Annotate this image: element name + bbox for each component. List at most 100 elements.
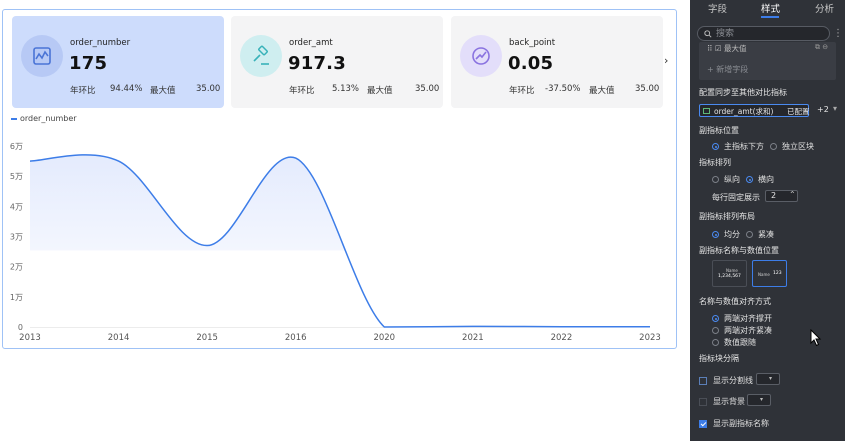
y-tick-label: 6万	[10, 142, 23, 151]
tab-fields[interactable]: 字段	[708, 1, 727, 15]
kpi-card-order-amt[interactable]: order_amt 917.3 年环比 5.13% 最大值 35.00	[231, 16, 443, 108]
chevron-down-icon: ▾	[760, 396, 764, 403]
compare-status: 已配置	[787, 107, 810, 116]
settings-panel: 字段 样式 分析 ⋮ ⠿ ☑ 最大值 ⧉ ⊖ + 新增字段 配置同步至其他对比指…	[690, 0, 845, 441]
radio-icon	[712, 315, 719, 322]
chevron-down-icon[interactable]: ▾	[833, 104, 837, 113]
chevron-right-icon[interactable]: ›	[664, 54, 668, 67]
more-vertical-icon[interactable]: ⋮	[833, 28, 843, 39]
position-option-inline[interactable]: Name 123	[752, 260, 787, 287]
thumb-name: Name	[726, 268, 738, 273]
radio-label: 独立区块	[782, 142, 814, 151]
kpi-yoy-label: 年环比	[70, 86, 96, 96]
stepper-up-icon[interactable]: ⌃	[789, 190, 796, 199]
kpi-yoy-value: 94.44%	[110, 84, 143, 94]
kpi-card-order-number[interactable]: order_number 175 年环比 94.44% 最大值 35.00	[12, 16, 224, 108]
radio-label: 横向	[758, 175, 774, 184]
fields-list: ⠿ ☑ 最大值 ⧉ ⊖ + 新增字段	[699, 42, 836, 80]
search-icon	[704, 30, 712, 38]
radio-label: 主指标下方	[724, 142, 764, 151]
field-row-actions-icon[interactable]: ⧉ ⊖	[815, 43, 828, 52]
radio-value-follow[interactable]: 数值跟随	[712, 337, 756, 348]
search-box[interactable]	[697, 26, 830, 41]
radio-justify-compact[interactable]: 两端对齐紧凑	[712, 325, 772, 336]
compare-field-name: order_amt(求和)	[714, 107, 774, 116]
x-tick-label: 2014	[108, 333, 130, 343]
radio-icon	[746, 176, 753, 183]
x-tick-label: 2015	[196, 333, 218, 343]
kpi-yoy-label: 年环比	[289, 86, 315, 96]
position-option-stacked[interactable]: Name 1,234,567	[712, 260, 747, 287]
legend-label: order_number	[20, 114, 77, 123]
radio-vertical[interactable]: 纵向	[712, 174, 740, 185]
background-color-select[interactable]: ▾	[747, 394, 771, 406]
checkbox-label: 显示副指标名称	[713, 419, 769, 428]
kpi-max-value: 35.00	[415, 84, 440, 94]
radio-justify-spread[interactable]: 两端对齐撑开	[712, 313, 772, 324]
y-tick-label: 1万	[10, 293, 23, 302]
kpi-max-label: 最大值	[589, 86, 615, 96]
radio-label: 纵向	[724, 175, 740, 184]
radio-label: 紧凑	[758, 230, 774, 239]
thumb-value: 1,234,567	[718, 274, 741, 279]
y-tick-label: 4万	[10, 202, 23, 211]
radio-icon	[746, 231, 753, 238]
radio-icon	[770, 143, 777, 150]
kpi-name: order_amt	[289, 38, 333, 48]
radio-compact[interactable]: 紧凑	[746, 229, 774, 240]
hammer-icon	[240, 35, 282, 77]
chart-legend[interactable]: order_number	[11, 114, 77, 123]
kpi-yoy-value: -37.50%	[545, 84, 581, 94]
chart-card[interactable]: order_number 175 年环比 94.44% 最大值 35.00 or…	[2, 9, 677, 349]
y-tick-label: 2万	[10, 263, 23, 272]
x-tick-label: 2021	[462, 333, 484, 343]
kpi-max-value: 35.00	[196, 84, 221, 94]
radio-label: 数值跟随	[724, 338, 756, 347]
radio-even[interactable]: 均分	[712, 229, 740, 240]
trend-icon	[460, 35, 502, 77]
compare-metric-select[interactable]: order_amt(求和) 已配置	[699, 104, 810, 117]
checkbox-show-background[interactable]: 显示背景	[699, 396, 745, 407]
legend-swatch	[11, 117, 17, 120]
panel-tabs: 字段 样式 分析	[690, 0, 845, 18]
sub-layout-label: 副指标排列布局	[699, 212, 755, 221]
align-label: 名称与数值对齐方式	[699, 297, 771, 306]
checkbox-show-sub-name[interactable]: 显示副指标名称	[699, 418, 769, 429]
mouse-cursor-icon	[810, 329, 822, 347]
area-chart: 0 1万 2万 3万 4万 5万 6万 2013 2014 2015 2016 2020 2021 202…	[10, 142, 661, 343]
add-field-button[interactable]: + 新增字段	[707, 64, 748, 75]
active-tab-indicator	[761, 16, 779, 18]
search-input[interactable]	[716, 28, 824, 40]
radio-horizontal[interactable]: 横向	[746, 174, 774, 185]
kpi-card-back-point[interactable]: back_point 0.05 年环比 -37.50% 最大值 35.00	[451, 16, 663, 108]
tab-analysis[interactable]: 分析	[815, 1, 834, 15]
radio-below-main[interactable]: 主指标下方	[712, 141, 764, 152]
field-row[interactable]: ⠿ ☑ 最大值	[707, 43, 747, 54]
x-tick-label: 2023	[639, 333, 661, 343]
checkbox-label: 显示背景	[713, 397, 745, 406]
arrange-label: 指标排列	[699, 158, 731, 167]
kpi-value: 175	[69, 53, 108, 74]
name-position-label: 副指标名称与数值位置	[699, 246, 779, 255]
kpi-yoy-value: 5.13%	[332, 84, 360, 94]
y-tick-label: 5万	[10, 172, 23, 181]
x-tick-label: 2022	[551, 333, 573, 343]
tab-style[interactable]: 样式	[761, 1, 780, 15]
x-tick-label: 2016	[285, 333, 307, 343]
radio-icon	[712, 143, 719, 150]
series-area	[30, 154, 650, 327]
kpi-name: order_number	[70, 38, 131, 48]
checkbox-show-divider[interactable]: 显示分割线	[699, 375, 753, 386]
compare-more-count[interactable]: +2	[817, 105, 829, 114]
radio-separate-block[interactable]: 独立区块	[770, 141, 814, 152]
per-row-stepper[interactable]: 2 ⌃	[765, 190, 798, 202]
checkbox-icon	[699, 397, 707, 406]
radio-icon	[712, 231, 719, 238]
checkbox-label: 显示分割线	[713, 376, 753, 385]
kpi-value: 917.3	[288, 53, 346, 74]
divider-style-select[interactable]: ▾	[756, 373, 780, 385]
thumb-value: 123	[773, 271, 782, 276]
y-tick-label: 0	[18, 323, 23, 332]
x-tick-label: 2020	[373, 333, 395, 343]
kpi-max-label: 最大值	[367, 86, 393, 96]
